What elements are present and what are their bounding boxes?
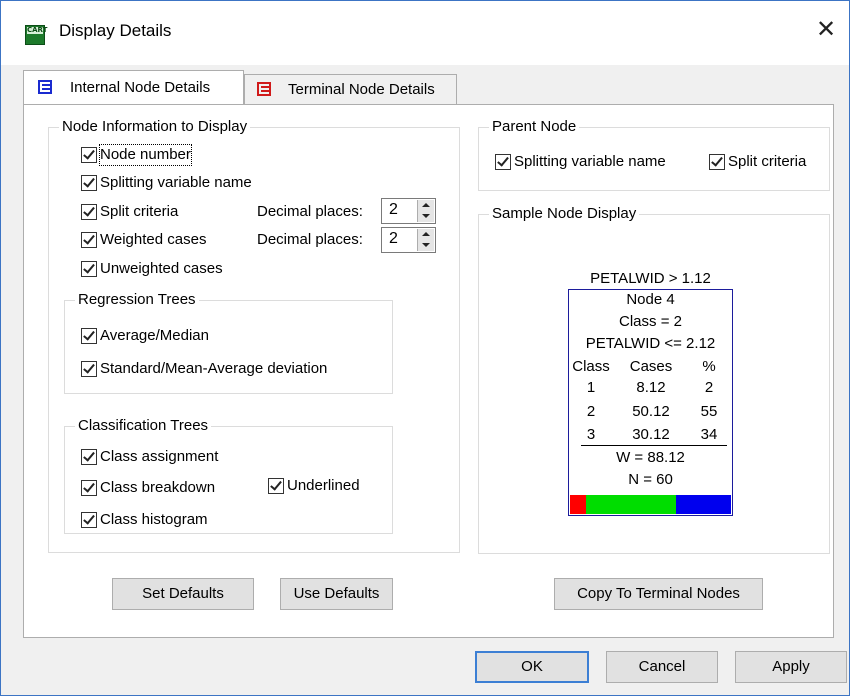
class-histogram-bar: [570, 495, 731, 514]
table-cell: 2: [586, 403, 596, 420]
checkbox-box: [268, 478, 284, 494]
column-header: %: [702, 358, 716, 375]
use-defaults-button[interactable]: Use Defaults: [280, 578, 393, 610]
histogram-segment: [586, 495, 676, 514]
table-cell: 3: [586, 426, 596, 443]
cart-app-icon: CART: [25, 25, 48, 45]
count-label: N = 60: [628, 471, 673, 488]
copy-to-terminal-nodes-button[interactable]: Copy To Terminal Nodes: [554, 578, 763, 610]
group-title: Regression Trees: [75, 291, 199, 309]
stepper-value: 2: [389, 201, 398, 218]
group-title: Sample Node Display: [489, 205, 640, 223]
checkbox-label: Class breakdown: [100, 479, 216, 496]
stepper-buttons: [417, 200, 434, 222]
checkbox-label: Split criteria: [728, 153, 807, 170]
checkbox-label: Weighted cases: [100, 231, 207, 248]
decimal-places-label: Decimal places:: [257, 203, 363, 220]
app-icon-label: CART: [27, 26, 48, 34]
checkbox-box: [81, 449, 97, 465]
checkbox-label: Split criteria: [100, 203, 179, 220]
checkbox-box: [81, 175, 97, 191]
group-title: Classification Trees: [75, 417, 212, 435]
dialog-window: CART Display Details ✕ Internal Node Det…: [0, 0, 850, 696]
tab-label: Internal Node Details: [70, 79, 211, 96]
red-node-icon: [257, 82, 271, 96]
group-title: Node Information to Display: [59, 118, 251, 136]
checkbox-box: [81, 232, 97, 248]
tab-label: Terminal Node Details: [288, 81, 435, 98]
tab-internal-node-details[interactable]: Internal Node Details: [23, 70, 244, 104]
checkbox-label: Average/Median: [100, 327, 209, 344]
checkbox-box: [81, 512, 97, 528]
class-label: Class = 2: [619, 313, 682, 330]
checkbox-label: Node number: [99, 144, 192, 166]
parent-split-text: PETALWID > 1.12: [590, 270, 711, 287]
table-cell: 2: [704, 379, 714, 396]
button-label: Cancel: [638, 658, 686, 675]
node-label: Node 4: [626, 291, 675, 308]
split-decimal-stepper[interactable]: 2: [381, 198, 436, 224]
checkbox-label: Splitting variable name: [100, 174, 252, 191]
weighted-decimal-stepper[interactable]: 2: [381, 227, 436, 253]
regression-trees-group: Regression Trees: [64, 291, 393, 394]
stepper-value: 2: [389, 230, 398, 247]
checkbox-label: Class histogram: [100, 511, 208, 528]
checkbox-box: [81, 204, 97, 220]
checkbox-label: Standard/Mean-Average deviation: [100, 360, 328, 377]
button-label: Set Defaults: [142, 585, 224, 602]
decimal-places-label: Decimal places:: [257, 231, 363, 248]
sample-node-box: Node 4 Class = 2 PETALWID <= 2.12 Class …: [568, 289, 733, 516]
cancel-button[interactable]: Cancel: [606, 651, 718, 683]
button-label: OK: [521, 658, 543, 675]
title-bar: CART Display Details ✕: [1, 1, 849, 65]
checkbox-box: [709, 154, 725, 170]
checkbox-box: [81, 328, 97, 344]
table-cell: 8.12: [636, 379, 666, 396]
tab-terminal-node-details[interactable]: Terminal Node Details: [244, 74, 457, 104]
window-title: Display Details: [59, 21, 172, 40]
column-header: Class: [572, 358, 610, 375]
button-label: Use Defaults: [293, 585, 380, 602]
stepper-down-icon[interactable]: [418, 240, 434, 251]
close-button[interactable]: ✕: [803, 7, 849, 51]
checkbox-label: Splitting variable name: [514, 153, 666, 170]
table-cell: 55: [700, 403, 718, 420]
checkbox-box: [495, 154, 511, 170]
histogram-segment: [676, 495, 731, 514]
stepper-buttons: [417, 229, 434, 251]
checkbox-label: Unweighted cases: [100, 260, 223, 277]
table-divider: [581, 445, 727, 446]
table-cell: 50.12: [632, 403, 670, 420]
apply-button[interactable]: Apply: [735, 651, 847, 683]
set-defaults-button[interactable]: Set Defaults: [112, 578, 254, 610]
histogram-segment: [570, 495, 586, 514]
checkbox-label: Class assignment: [100, 448, 219, 465]
stepper-down-icon[interactable]: [418, 211, 434, 222]
table-cell: 30.12: [632, 426, 670, 443]
group-title: Parent Node: [489, 118, 580, 136]
column-header: Cases: [629, 358, 673, 375]
checkbox-label: Underlined: [287, 477, 360, 494]
checkbox-box: [81, 480, 97, 496]
checkbox-box: [81, 147, 97, 163]
ok-button[interactable]: OK: [475, 651, 589, 683]
weight-label: W = 88.12: [616, 449, 685, 466]
node-split-text: PETALWID <= 2.12: [585, 335, 716, 352]
table-cell: 34: [700, 426, 718, 443]
checkbox-box: [81, 361, 97, 377]
button-label: Copy To Terminal Nodes: [577, 585, 740, 602]
button-label: Apply: [772, 658, 810, 675]
close-icon: ✕: [815, 15, 837, 43]
checkbox-box: [81, 261, 97, 277]
blue-node-icon: [38, 80, 52, 94]
table-cell: 1: [586, 379, 596, 396]
